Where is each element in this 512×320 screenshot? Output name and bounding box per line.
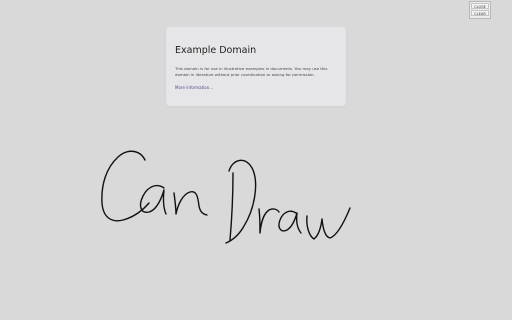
close-button[interactable]: CLOSE xyxy=(471,3,489,9)
stroke-letter-r xyxy=(258,208,280,234)
handwriting-strokes xyxy=(101,150,351,244)
drawing-canvas[interactable] xyxy=(0,0,512,320)
stroke-letter-a xyxy=(139,184,167,215)
page: Example Domain This domain is for use in… xyxy=(0,0,512,320)
stroke-letter-w xyxy=(306,207,351,240)
drawing-controls: CLOSE CLEAR xyxy=(469,1,491,19)
stroke-letter-n xyxy=(173,191,208,216)
stroke-letter-d-stem xyxy=(229,172,234,241)
clear-button[interactable]: CLEAR xyxy=(471,10,489,16)
stroke-letter-a2 xyxy=(278,210,302,234)
